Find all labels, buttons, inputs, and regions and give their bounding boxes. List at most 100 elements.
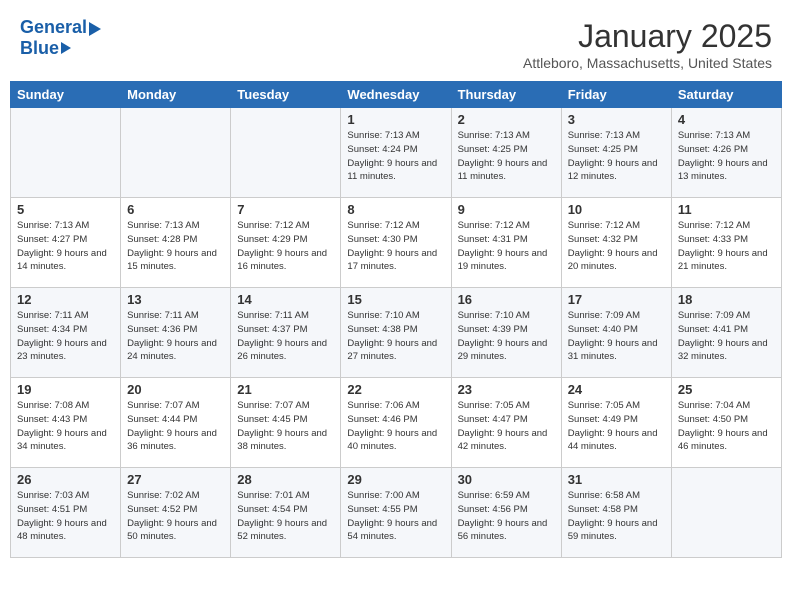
- calendar-table: SundayMondayTuesdayWednesdayThursdayFrid…: [10, 81, 782, 558]
- day-number: 4: [678, 112, 775, 127]
- day-info: Sunrise: 7:05 AMSunset: 4:49 PMDaylight:…: [568, 399, 665, 454]
- calendar-cell: 18 Sunrise: 7:09 AMSunset: 4:41 PMDayligh…: [671, 288, 781, 378]
- weekday-header: Thursday: [451, 82, 561, 108]
- calendar-cell: [231, 108, 341, 198]
- day-number: 15: [347, 292, 444, 307]
- day-info: Sunrise: 7:07 AMSunset: 4:44 PMDaylight:…: [127, 399, 224, 454]
- day-info: Sunrise: 7:09 AMSunset: 4:40 PMDaylight:…: [568, 309, 665, 364]
- calendar-cell: 29Sunrise: 7:00 AMSunset: 4:55 PMDayligh…: [341, 468, 451, 558]
- day-number: 1: [347, 112, 444, 127]
- day-info: Sunrise: 7:05 AMSunset: 4:47 PMDaylight:…: [458, 399, 555, 454]
- calendar-cell: 20 Sunrise: 7:07 AMSunset: 4:44 PMDayligh…: [121, 378, 231, 468]
- day-number: 8: [347, 202, 444, 217]
- calendar-week-row: 5Sunrise: 7:13 AMSunset: 4:27 PMDaylight…: [11, 198, 782, 288]
- day-number: 16: [458, 292, 555, 307]
- day-number: 18: [678, 292, 775, 307]
- calendar-cell: 12Sunrise: 7:11 AMSunset: 4:34 PMDayligh…: [11, 288, 121, 378]
- logo: General Blue: [20, 18, 101, 59]
- calendar-cell: 19Sunrise: 7:08 AMSunset: 4:43 PMDayligh…: [11, 378, 121, 468]
- day-info: Sunrise: 7:12 AMSunset: 4:31 PMDaylight:…: [458, 219, 555, 274]
- day-info: Sunrise: 7:12 AMSunset: 4:30 PMDaylight:…: [347, 219, 444, 274]
- day-number: 2: [458, 112, 555, 127]
- calendar-cell: 6 Sunrise: 7:13 AMSunset: 4:28 PMDaylight…: [121, 198, 231, 288]
- day-info: Sunrise: 7:10 AMSunset: 4:39 PMDaylight:…: [458, 309, 555, 364]
- calendar-cell: 2Sunrise: 7:13 AMSunset: 4:25 PMDaylight…: [451, 108, 561, 198]
- calendar-cell: 27 Sunrise: 7:02 AMSunset: 4:52 PMDayligh…: [121, 468, 231, 558]
- calendar-week-row: 26 Sunrise: 7:03 AMSunset: 4:51 PMDayligh…: [11, 468, 782, 558]
- day-number: 27: [127, 472, 224, 487]
- calendar-cell: 24 Sunrise: 7:05 AMSunset: 4:49 PMDayligh…: [561, 378, 671, 468]
- calendar-cell: 4 Sunrise: 7:13 AMSunset: 4:26 PMDaylight…: [671, 108, 781, 198]
- weekday-header: Saturday: [671, 82, 781, 108]
- calendar-cell: 22 Sunrise: 7:06 AMSunset: 4:46 PMDayligh…: [341, 378, 451, 468]
- calendar-cell: 17 Sunrise: 7:09 AMSunset: 4:40 PMDayligh…: [561, 288, 671, 378]
- day-number: 6: [127, 202, 224, 217]
- day-number: 20: [127, 382, 224, 397]
- calendar-cell: [671, 468, 781, 558]
- logo-blue-text: Blue: [20, 38, 71, 59]
- calendar-week-row: 19Sunrise: 7:08 AMSunset: 4:43 PMDayligh…: [11, 378, 782, 468]
- day-info: Sunrise: 7:12 AMSunset: 4:32 PMDaylight:…: [568, 219, 665, 274]
- day-number: 7: [237, 202, 334, 217]
- day-number: 11: [678, 202, 775, 217]
- day-number: 24: [568, 382, 665, 397]
- day-number: 10: [568, 202, 665, 217]
- calendar-cell: 15 Sunrise: 7:10 AMSunset: 4:38 PMDayligh…: [341, 288, 451, 378]
- calendar-cell: 5Sunrise: 7:13 AMSunset: 4:27 PMDaylight…: [11, 198, 121, 288]
- day-number: 14: [237, 292, 334, 307]
- weekday-header: Sunday: [11, 82, 121, 108]
- calendar-cell: 3 Sunrise: 7:13 AMSunset: 4:25 PMDaylight…: [561, 108, 671, 198]
- day-info: Sunrise: 7:13 AMSunset: 4:24 PMDaylight:…: [347, 129, 444, 184]
- day-number: 19: [17, 382, 114, 397]
- day-info: Sunrise: 7:13 AMSunset: 4:28 PMDaylight:…: [127, 219, 224, 274]
- day-number: 22: [347, 382, 444, 397]
- calendar-cell: 21 Sunrise: 7:07 AMSunset: 4:45 PMDayligh…: [231, 378, 341, 468]
- day-number: 26: [17, 472, 114, 487]
- calendar-cell: 7 Sunrise: 7:12 AMSunset: 4:29 PMDaylight…: [231, 198, 341, 288]
- day-info: Sunrise: 7:03 AMSunset: 4:51 PMDaylight:…: [17, 489, 114, 544]
- day-number: 25: [678, 382, 775, 397]
- day-info: Sunrise: 7:09 AMSunset: 4:41 PMDaylight:…: [678, 309, 775, 364]
- calendar-cell: 26 Sunrise: 7:03 AMSunset: 4:51 PMDayligh…: [11, 468, 121, 558]
- day-info: Sunrise: 7:06 AMSunset: 4:46 PMDaylight:…: [347, 399, 444, 454]
- calendar-cell: 23 Sunrise: 7:05 AMSunset: 4:47 PMDayligh…: [451, 378, 561, 468]
- day-number: 12: [17, 292, 114, 307]
- day-info: Sunrise: 7:00 AMSunset: 4:55 PMDaylight:…: [347, 489, 444, 544]
- month-title: January 2025: [523, 18, 772, 55]
- day-info: Sunrise: 7:04 AMSunset: 4:50 PMDaylight:…: [678, 399, 775, 454]
- calendar-cell: 11 Sunrise: 7:12 AMSunset: 4:33 PMDayligh…: [671, 198, 781, 288]
- calendar-cell: 30Sunrise: 6:59 AMSunset: 4:56 PMDayligh…: [451, 468, 561, 558]
- weekday-header: Friday: [561, 82, 671, 108]
- day-info: Sunrise: 7:11 AMSunset: 4:36 PMDaylight:…: [127, 309, 224, 364]
- calendar-cell: 14 Sunrise: 7:11 AMSunset: 4:37 PMDayligh…: [231, 288, 341, 378]
- day-number: 23: [458, 382, 555, 397]
- day-number: 13: [127, 292, 224, 307]
- day-info: Sunrise: 7:12 AMSunset: 4:33 PMDaylight:…: [678, 219, 775, 274]
- calendar-cell: 8 Sunrise: 7:12 AMSunset: 4:30 PMDaylight…: [341, 198, 451, 288]
- day-info: Sunrise: 7:12 AMSunset: 4:29 PMDaylight:…: [237, 219, 334, 274]
- day-info: Sunrise: 7:13 AMSunset: 4:26 PMDaylight:…: [678, 129, 775, 184]
- day-info: Sunrise: 6:58 AMSunset: 4:58 PMDaylight:…: [568, 489, 665, 544]
- calendar-cell: 10 Sunrise: 7:12 AMSunset: 4:32 PMDayligh…: [561, 198, 671, 288]
- day-number: 21: [237, 382, 334, 397]
- day-info: Sunrise: 7:02 AMSunset: 4:52 PMDaylight:…: [127, 489, 224, 544]
- day-info: Sunrise: 7:07 AMSunset: 4:45 PMDaylight:…: [237, 399, 334, 454]
- calendar-cell: 9Sunrise: 7:12 AMSunset: 4:31 PMDaylight…: [451, 198, 561, 288]
- day-number: 31: [568, 472, 665, 487]
- day-number: 28: [237, 472, 334, 487]
- logo-general-text: General: [20, 18, 87, 38]
- day-info: Sunrise: 7:11 AMSunset: 4:37 PMDaylight:…: [237, 309, 334, 364]
- title-block: January 2025 Attleboro, Massachusetts, U…: [523, 18, 772, 71]
- calendar-cell: 13 Sunrise: 7:11 AMSunset: 4:36 PMDayligh…: [121, 288, 231, 378]
- day-number: 3: [568, 112, 665, 127]
- weekday-header: Wednesday: [341, 82, 451, 108]
- day-info: Sunrise: 7:13 AMSunset: 4:27 PMDaylight:…: [17, 219, 114, 274]
- day-info: Sunrise: 7:13 AMSunset: 4:25 PMDaylight:…: [568, 129, 665, 184]
- calendar-cell: 25 Sunrise: 7:04 AMSunset: 4:50 PMDayligh…: [671, 378, 781, 468]
- calendar-cell: 31 Sunrise: 6:58 AMSunset: 4:58 PMDayligh…: [561, 468, 671, 558]
- calendar-week-row: 12Sunrise: 7:11 AMSunset: 4:34 PMDayligh…: [11, 288, 782, 378]
- day-number: 17: [568, 292, 665, 307]
- calendar-cell: 1 Sunrise: 7:13 AMSunset: 4:24 PMDaylight…: [341, 108, 451, 198]
- day-info: Sunrise: 7:10 AMSunset: 4:38 PMDaylight:…: [347, 309, 444, 364]
- calendar-cell: 16 Sunrise: 7:10 AMSunset: 4:39 PMDayligh…: [451, 288, 561, 378]
